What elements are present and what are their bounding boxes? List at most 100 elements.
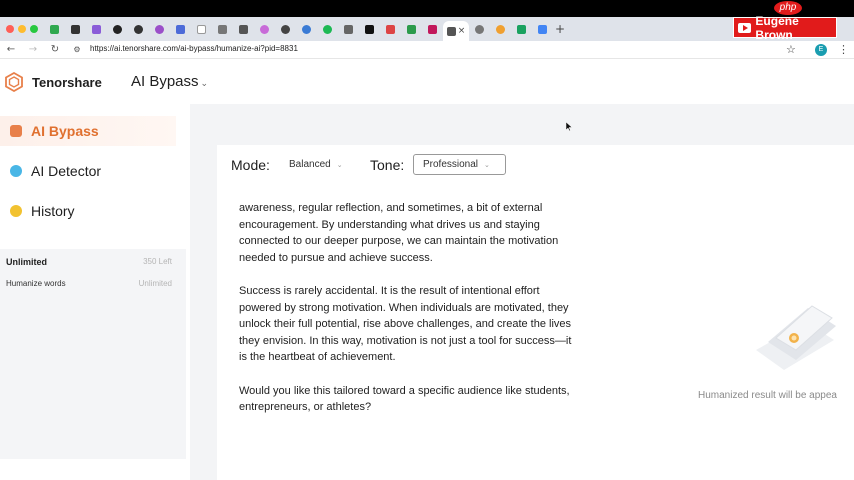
tab-favicon-icon — [260, 24, 269, 34]
maximize-window-button[interactable] — [30, 25, 38, 33]
browser-tab[interactable] — [191, 20, 212, 38]
tab-favicon-icon — [197, 24, 206, 34]
sidebar-item-ai-bypass[interactable]: AI Bypass — [0, 116, 176, 146]
input-text-area[interactable]: awareness, regular reflection, and somet… — [239, 200, 574, 438]
sidebar-item-ai-detector[interactable]: AI Detector — [0, 156, 176, 186]
browser-tab[interactable] — [317, 20, 338, 38]
tab-favicon-icon — [155, 24, 164, 34]
sidebar: AI Bypass AI Detector History Unlimited … — [0, 104, 186, 480]
channel-badge: Eugene Brown — [733, 14, 837, 42]
tab-favicon-icon — [176, 24, 185, 34]
forward-arrow-icon[interactable]: → — [22, 44, 44, 55]
browser-tab[interactable] — [44, 20, 65, 38]
profile-avatar[interactable]: E — [815, 44, 827, 56]
tab-favicon-icon — [407, 24, 416, 34]
browser-tab[interactable] — [338, 20, 359, 38]
brand-name[interactable]: Tenorshare — [32, 75, 102, 90]
address-bar: ← → ↻ ⚙ https://ai.tenorshare.com/ai-byp… — [0, 41, 854, 59]
browser-tab[interactable] — [86, 20, 107, 38]
browser-tab[interactable] — [212, 20, 233, 38]
browser-tab[interactable] — [275, 20, 296, 38]
sidebar-item-history[interactable]: History — [0, 196, 176, 226]
channel-name: Eugene Brown — [755, 13, 799, 42]
tab-favicon-icon — [71, 24, 80, 34]
usage-remaining: 350 Left — [143, 257, 172, 266]
history-icon — [10, 205, 22, 217]
browser-tab[interactable] — [359, 20, 380, 38]
tab-favicon-icon — [538, 24, 547, 34]
browser-tab[interactable] — [490, 20, 511, 38]
close-tab-icon[interactable]: × — [458, 26, 466, 36]
tab-favicon-icon — [365, 24, 374, 34]
chevron-down-icon: ⌄ — [200, 79, 209, 89]
text-paragraph: awareness, regular reflection, and somet… — [239, 202, 559, 264]
tab-favicon-icon — [496, 24, 505, 34]
tab-favicon-icon — [428, 24, 437, 34]
app-header — [0, 60, 854, 104]
browser-menu-icon[interactable]: ⋮ — [838, 43, 849, 56]
usage-value: Unlimited — [138, 279, 172, 288]
browser-tab[interactable] — [380, 20, 401, 38]
tab-favicon-icon — [113, 24, 122, 34]
sidebar-item-label: AI Bypass — [31, 123, 99, 139]
browser-tab[interactable] — [469, 20, 490, 38]
browser-tab[interactable] — [170, 20, 191, 38]
tab-favicon-icon — [446, 26, 456, 36]
result-placeholder: Humanized result will be appea — [698, 390, 837, 401]
sidebar-item-label: History — [31, 203, 75, 219]
active-browser-tab[interactable]: × — [443, 21, 469, 41]
tab-favicon-icon — [517, 24, 526, 34]
tone-value: Professional — [423, 159, 479, 170]
tab-favicon-icon — [323, 24, 332, 34]
browser-tab[interactable] — [532, 20, 553, 38]
usage-panel: Unlimited 350 Left Humanize words Unlimi… — [0, 249, 186, 459]
browser-tab[interactable] — [296, 20, 317, 38]
browser-tab[interactable] — [149, 20, 170, 38]
mouse-cursor-icon — [566, 122, 572, 131]
reload-icon[interactable]: ↻ — [44, 44, 66, 55]
browser-tab[interactable] — [107, 20, 128, 38]
browser-tab[interactable] — [254, 20, 275, 38]
site-settings-icon[interactable]: ⚙ — [66, 45, 88, 54]
close-window-button[interactable] — [6, 25, 14, 33]
product-name: AI Bypass — [131, 73, 199, 90]
mode-value: Balanced — [289, 159, 331, 170]
tab-favicon-icon — [344, 24, 353, 34]
usage-plan-title: Unlimited — [6, 257, 48, 267]
play-icon — [738, 22, 752, 33]
product-switcher[interactable]: AI Bypass ⌄ — [131, 73, 208, 90]
browser-tab[interactable] — [128, 20, 149, 38]
bookmark-star-icon[interactable]: ☆ — [786, 43, 796, 56]
browser-tab[interactable] — [422, 20, 443, 38]
mode-select[interactable]: Balanced ⌄ — [281, 155, 357, 175]
empty-result-illustration — [756, 305, 836, 370]
browser-tab[interactable] — [401, 20, 422, 38]
sidebar-item-label: AI Detector — [31, 163, 102, 179]
tab-favicon-icon — [386, 24, 395, 34]
minimize-window-button[interactable] — [18, 25, 26, 33]
browser-tab[interactable] — [511, 20, 532, 38]
tab-favicon-icon — [50, 24, 59, 34]
tab-favicon-icon — [134, 24, 143, 34]
browser-tab[interactable] — [65, 20, 86, 38]
text-paragraph: Would you like this tailored toward a sp… — [239, 384, 570, 414]
tab-favicon-icon — [92, 24, 101, 34]
chevron-down-icon: ⌄ — [336, 161, 343, 169]
new-tab-button[interactable]: + — [553, 22, 567, 36]
tab-favicon-icon — [239, 24, 248, 34]
tab-strip: × + — [0, 17, 854, 41]
text-paragraph: Success is rarely accidental. It is the … — [239, 285, 572, 363]
usage-label: Humanize words — [6, 279, 66, 288]
tab-favicon-icon — [218, 24, 227, 34]
bypass-icon — [10, 125, 22, 137]
tab-favicon-icon — [302, 24, 311, 34]
tab-favicon-icon — [281, 24, 290, 34]
top-bar — [0, 0, 854, 17]
browser-tab[interactable] — [233, 20, 254, 38]
url-field[interactable]: https://ai.tenorshare.com/ai-bypass/huma… — [90, 44, 298, 53]
mode-label: Mode: — [231, 157, 270, 173]
tenorshare-logo-icon[interactable] — [4, 72, 24, 92]
tab-favicon-icon — [475, 24, 484, 34]
tone-select[interactable]: Professional ⌄ — [413, 154, 506, 175]
back-arrow-icon[interactable]: ← — [0, 44, 22, 55]
